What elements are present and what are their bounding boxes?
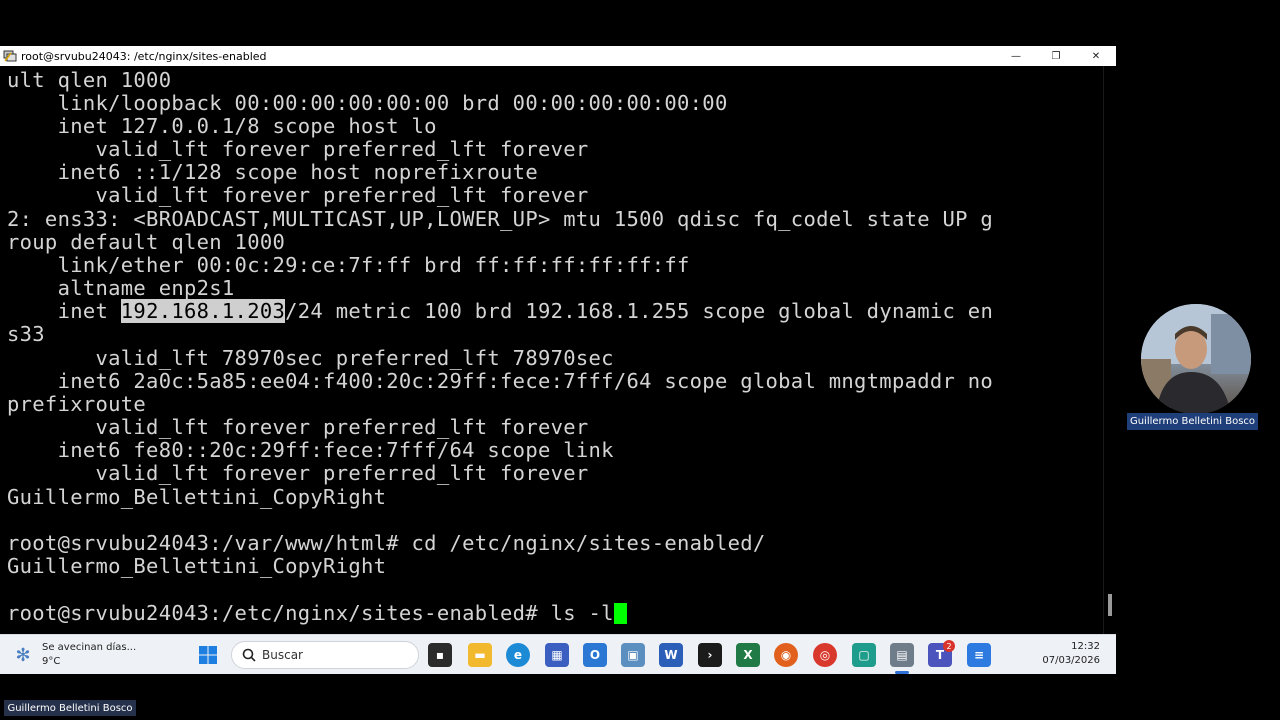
inet-suffix: /24 metric 100 brd 192.168.1.255 scope g… [285, 299, 994, 323]
selected-ip-address[interactable]: 192.168.1.203 [120, 299, 286, 323]
outlook-icon[interactable]: O [583, 643, 607, 667]
remote-desktop-icon[interactable]: ▢ [852, 643, 876, 667]
putty-icon [3, 49, 17, 63]
weather-icon: ✻ [15, 644, 31, 666]
title-bar[interactable]: root@srvubu24043: /etc/nginx/sites-enabl… [0, 46, 1116, 66]
terminal-line-inet: inet 192.168.1.203/24 metric 100 brd 192… [7, 299, 994, 323]
webcam-video [1141, 304, 1251, 414]
terminal-line: valid_lft forever preferred_lft forever [7, 183, 589, 207]
weather-forecast: Se avecinan días... [42, 642, 137, 653]
terminal-line: ult qlen 1000 [7, 68, 172, 92]
chrome-icon[interactable]: ◎ [813, 643, 837, 667]
weather-temperature: 9°C [42, 656, 61, 667]
terminal-line: inet6 2a0c:5a85:ee04:f400:20c:29ff:fece:… [7, 369, 994, 393]
teams-notification-badge: 2 [943, 640, 955, 652]
presenter-image [1141, 304, 1251, 414]
terminal-line: altname enp2s1 [7, 276, 235, 300]
terminal-line: prefixroute [7, 392, 147, 416]
search-icon [242, 648, 256, 662]
photos-icon[interactable]: ▣ [621, 643, 645, 667]
terminal-app-icon[interactable]: › [698, 643, 722, 667]
start-button-icon[interactable] [196, 643, 220, 667]
terminal-line: link/loopback 00:00:00:00:00:00 brd 00:0… [7, 91, 728, 115]
terminal-line: inet 127.0.0.1/8 scope host lo [7, 114, 437, 138]
terminal-line: root@srvubu24043:/var/www/html# cd /etc/… [7, 531, 766, 555]
notepad-icon[interactable]: ≡ [967, 643, 991, 667]
terminal-line: inet6 ::1/128 scope host noprefixroute [7, 160, 538, 184]
firefox-icon[interactable]: ◉ [774, 643, 798, 667]
terminal-scrollbar[interactable] [1103, 66, 1116, 634]
windows-taskbar: ✻ Se avecinan días... 9°C Buscar ▪ ▬ e ▦… [0, 634, 1116, 674]
terminal-line: inet6 fe80::20c:29ff:fece:7fff/64 scope … [7, 438, 614, 462]
terminal-prompt-line[interactable]: root@srvubu24043:/etc/nginx/sites-enable… [7, 602, 627, 625]
word-icon[interactable]: W [659, 643, 683, 667]
weather-widget[interactable]: ✻ Se avecinan días... 9°C [10, 638, 150, 672]
terminal-line: s33 [7, 322, 45, 346]
window-title: root@srvubu24043: /etc/nginx/sites-enabl… [21, 49, 267, 63]
minimize-button[interactable]: — [996, 46, 1036, 66]
clock-time: 12:32 [1071, 641, 1100, 652]
inet-prefix: inet [7, 299, 121, 323]
microsoft-store-icon[interactable]: ▦ [545, 643, 569, 667]
terminal-line: 2: ens33: <BROADCAST,MULTICAST,UP,LOWER_… [7, 207, 994, 231]
task-view-icon[interactable]: ▪ [428, 643, 452, 667]
terminal-line: valid_lft forever preferred_lft forever [7, 415, 589, 439]
scrollbar-thumb[interactable] [1108, 594, 1112, 616]
close-button[interactable]: ✕ [1076, 46, 1116, 66]
terminal-line: Guillermo_Bellettini_CopyRight [7, 554, 387, 578]
command-input[interactable]: ls -l [551, 601, 614, 625]
presenter-name-tag: Guillermo Belletini Bosco [1127, 413, 1258, 430]
terminal-cursor [613, 603, 627, 624]
file-explorer-icon[interactable]: ▬ [468, 643, 492, 667]
terminal-line: link/ether 00:0c:29:ce:7f:ff brd ff:ff:f… [7, 253, 690, 277]
maximize-button[interactable]: ❐ [1036, 46, 1076, 66]
terminal-line: valid_lft forever preferred_lft forever [7, 137, 589, 161]
putty-taskbar-icon[interactable]: ▤ [890, 643, 914, 667]
active-app-indicator [895, 671, 909, 674]
presenter-name-caption: Guillermo Belletini Bosco [4, 700, 136, 716]
excel-icon[interactable]: X [736, 643, 760, 667]
taskbar-search[interactable]: Buscar [231, 641, 419, 669]
terminal-line: valid_lft 78970sec preferred_lft 78970se… [7, 346, 614, 370]
terminal-line: Guillermo_Bellettini_CopyRight [7, 485, 387, 509]
terminal-window[interactable]: root@srvubu24043: /etc/nginx/sites-enabl… [0, 46, 1116, 634]
terminal-line: valid_lft forever preferred_lft forever [7, 461, 589, 485]
system-clock[interactable]: 12:32 07/03/2026 [1040, 640, 1100, 668]
terminal-output[interactable]: ult qlen 1000 link/loopback 00:00:00:00:… [0, 66, 1103, 634]
search-placeholder: Buscar [262, 648, 303, 662]
terminal-line: roup default qlen 1000 [7, 230, 286, 254]
clock-date: 07/03/2026 [1042, 655, 1100, 666]
shell-prompt: root@srvubu24043:/etc/nginx/sites-enable… [7, 601, 551, 625]
edge-browser-icon[interactable]: e [506, 643, 530, 667]
